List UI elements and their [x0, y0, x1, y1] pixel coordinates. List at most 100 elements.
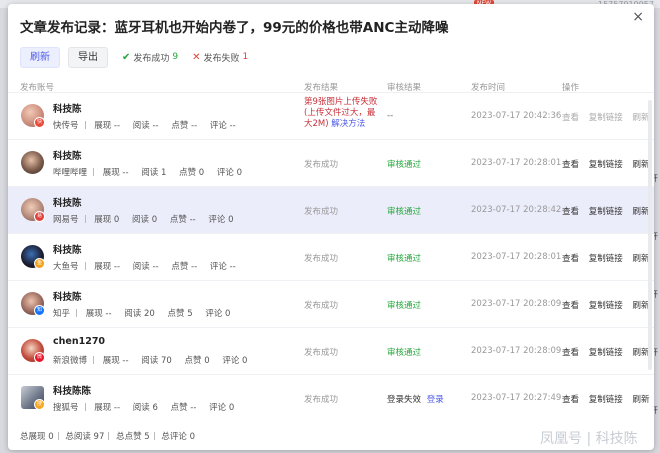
check-icon: ✔ — [122, 51, 131, 63]
reads-stat: 阅读 70 — [141, 356, 172, 366]
audit-result: -- — [387, 111, 394, 121]
account-meta: 哔哩哔哩 展现 -- 阅读 1 点赞 0 评论 0 — [53, 166, 252, 178]
sohu-icon: 搜 — [34, 399, 45, 410]
comments-stat: 评论 0 — [208, 215, 234, 225]
table-row: 知 科技陈 知乎 展现 -- 阅读 20 点赞 5 评论 0 发布成功 审核通过… — [8, 280, 654, 327]
view-button[interactable]: 查看 — [562, 348, 579, 358]
view-button[interactable]: 查看 — [562, 207, 579, 217]
comments-stat: 评论 0 — [222, 356, 248, 366]
publish-time: 2023-07-17 20:28:01 — [471, 158, 562, 168]
row-refresh-button[interactable]: 刷新 — [632, 160, 649, 170]
audit-result: 审核通过 — [387, 207, 422, 217]
row-refresh-button[interactable]: 刷新 — [632, 348, 649, 358]
audit-result: 审核通过 — [387, 160, 422, 170]
success-stat: ✔ 发布成功 9 — [122, 51, 178, 64]
copy-link-button[interactable]: 复制链接 — [589, 207, 623, 217]
row-refresh-button[interactable]: 刷新 — [632, 395, 649, 405]
comments-stat: 评论 -- — [209, 121, 236, 131]
export-button[interactable]: 导出 — [68, 46, 108, 68]
publish-time: 2023-07-17 20:28:09 — [471, 299, 562, 309]
account-meta: 快传号 展现 -- 阅读 -- 点赞 -- 评论 -- — [53, 119, 246, 131]
account-meta: 知乎 展现 -- 阅读 20 点赞 5 评论 0 — [53, 307, 240, 319]
table-row: 快 科技陈 快传号 展现 -- 阅读 -- 点赞 -- 评论 -- 第9张图片上… — [8, 92, 654, 139]
platform-name: 快传号 — [53, 121, 79, 131]
views-stat: 展现 -- — [85, 309, 112, 319]
publish-time: 2023-07-17 20:28:09 — [471, 346, 562, 356]
copy-link-button[interactable]: 复制链接 — [589, 301, 623, 311]
row-refresh-button[interactable]: 刷新 — [632, 207, 649, 217]
platform-name: 大鱼号 — [53, 262, 79, 272]
reads-stat: 阅读 -- — [132, 262, 159, 272]
table-row: 微 chen1270 新浪微博 展现 -- 阅读 70 点赞 0 评论 0 发布… — [8, 327, 654, 374]
account-meta: 网易号 展现 0 阅读 0 点赞 -- 评论 0 — [53, 213, 244, 225]
copy-link-button[interactable]: 复制链接 — [589, 348, 623, 358]
audit-result: 审核通过 — [387, 301, 422, 311]
platform-name: 搜狐号 — [53, 403, 79, 413]
comments-stat: 评论 0 — [205, 309, 231, 319]
likes-stat: 点赞 -- — [169, 215, 196, 225]
view-button[interactable]: 查看 — [562, 160, 579, 170]
row-actions: 查看 复制链接 刷新 — [562, 252, 654, 264]
netease-icon: 易 — [34, 211, 45, 222]
views-stat: 展现 -- — [102, 356, 129, 366]
publish-result: 发布成功 — [304, 160, 339, 170]
row-actions: 查看 复制链接 刷新 — [562, 111, 654, 123]
likes-stat: 点赞 -- — [171, 262, 198, 272]
copy-link-button[interactable]: 复制链接 — [589, 113, 623, 123]
total-reads: 总阅读 97 — [65, 432, 105, 442]
scrollbar[interactable] — [648, 100, 652, 370]
reads-stat: 阅读 6 — [132, 403, 158, 413]
views-stat: 展现 -- — [102, 168, 129, 178]
account-name: 科技陈陈 — [53, 386, 92, 397]
fail-label: 发布失败 — [203, 53, 240, 64]
copy-link-button[interactable]: 复制链接 — [589, 254, 623, 264]
kuaichuan-icon: 快 — [34, 117, 45, 128]
totals-footer: 总展现 0 总阅读 97 总点赞 5 总评论 0 — [20, 430, 195, 442]
account-name: chen1270 — [53, 336, 106, 347]
publish-result: 发布成功 — [304, 348, 339, 358]
toolbar: 刷新 导出 ✔ 发布成功 9 ✕ 发布失败 1 — [20, 46, 248, 68]
close-icon[interactable]: × — [632, 10, 644, 24]
row-actions: 查看 复制链接 刷新 — [562, 299, 654, 311]
platform-name: 哔哩哔哩 — [53, 168, 88, 178]
login-link[interactable]: 登录 — [427, 395, 444, 405]
row-refresh-button[interactable]: 刷新 — [632, 113, 649, 123]
table-row: 搜 科技陈陈 搜狐号 展现 -- 阅读 6 点赞 -- 评论 0 发布成功 登录… — [8, 374, 654, 421]
copy-link-button[interactable]: 复制链接 — [589, 160, 623, 170]
views-stat: 展现 0 — [94, 215, 120, 225]
likes-stat: 点赞 -- — [170, 403, 197, 413]
solution-link[interactable]: 解决方法 — [331, 119, 365, 129]
row-refresh-button[interactable]: 刷新 — [632, 254, 649, 264]
cross-icon: ✕ — [192, 51, 201, 63]
platform-name: 知乎 — [53, 309, 71, 319]
avatar — [21, 151, 44, 174]
views-stat: 展现 -- — [94, 403, 121, 413]
refresh-button[interactable]: 刷新 — [20, 46, 60, 68]
view-button[interactable]: 查看 — [562, 254, 579, 264]
row-refresh-button[interactable]: 刷新 — [632, 301, 649, 311]
view-button[interactable]: 查看 — [562, 301, 579, 311]
platform-name: 新浪微博 — [53, 356, 88, 366]
dayu-icon: 鱼 — [34, 258, 45, 269]
total-views: 总展现 0 — [20, 432, 54, 442]
likes-stat: 点赞 0 — [179, 168, 205, 178]
success-label: 发布成功 — [133, 53, 170, 64]
dialog-title: 文章发布记录：蓝牙耳机也开始内卷了，99元的价格也带ANC主动降噪 — [20, 20, 449, 36]
publish-result: 发布成功 — [304, 301, 339, 311]
view-button[interactable]: 查看 — [562, 395, 579, 405]
publish-result: 发布成功 — [304, 395, 339, 405]
publish-time: 2023-07-17 20:27:49 — [471, 393, 562, 403]
copy-link-button[interactable]: 复制链接 — [589, 395, 623, 405]
table-row: 易 科技陈 网易号 展现 0 阅读 0 点赞 -- 评论 0 发布成功 审核通过… — [8, 186, 654, 233]
account-meta: 搜狐号 展现 -- 阅读 6 点赞 -- 评论 0 — [53, 401, 244, 413]
watermark: 凤凰号 | 科技陈 — [540, 431, 638, 447]
publish-time: 2023-07-17 20:28:01 — [471, 252, 562, 262]
reads-stat: 阅读 0 — [132, 215, 158, 225]
account-name: 科技陈 — [53, 245, 82, 256]
view-button[interactable]: 查看 — [562, 113, 579, 123]
audit-result: 登录失效 登录 — [387, 393, 444, 405]
fail-stat: ✕ 发布失败 1 — [192, 51, 248, 64]
comments-stat: 评论 -- — [209, 262, 236, 272]
row-actions: 查看 复制链接 刷新 — [562, 158, 654, 170]
account-name: 科技陈 — [53, 292, 82, 303]
